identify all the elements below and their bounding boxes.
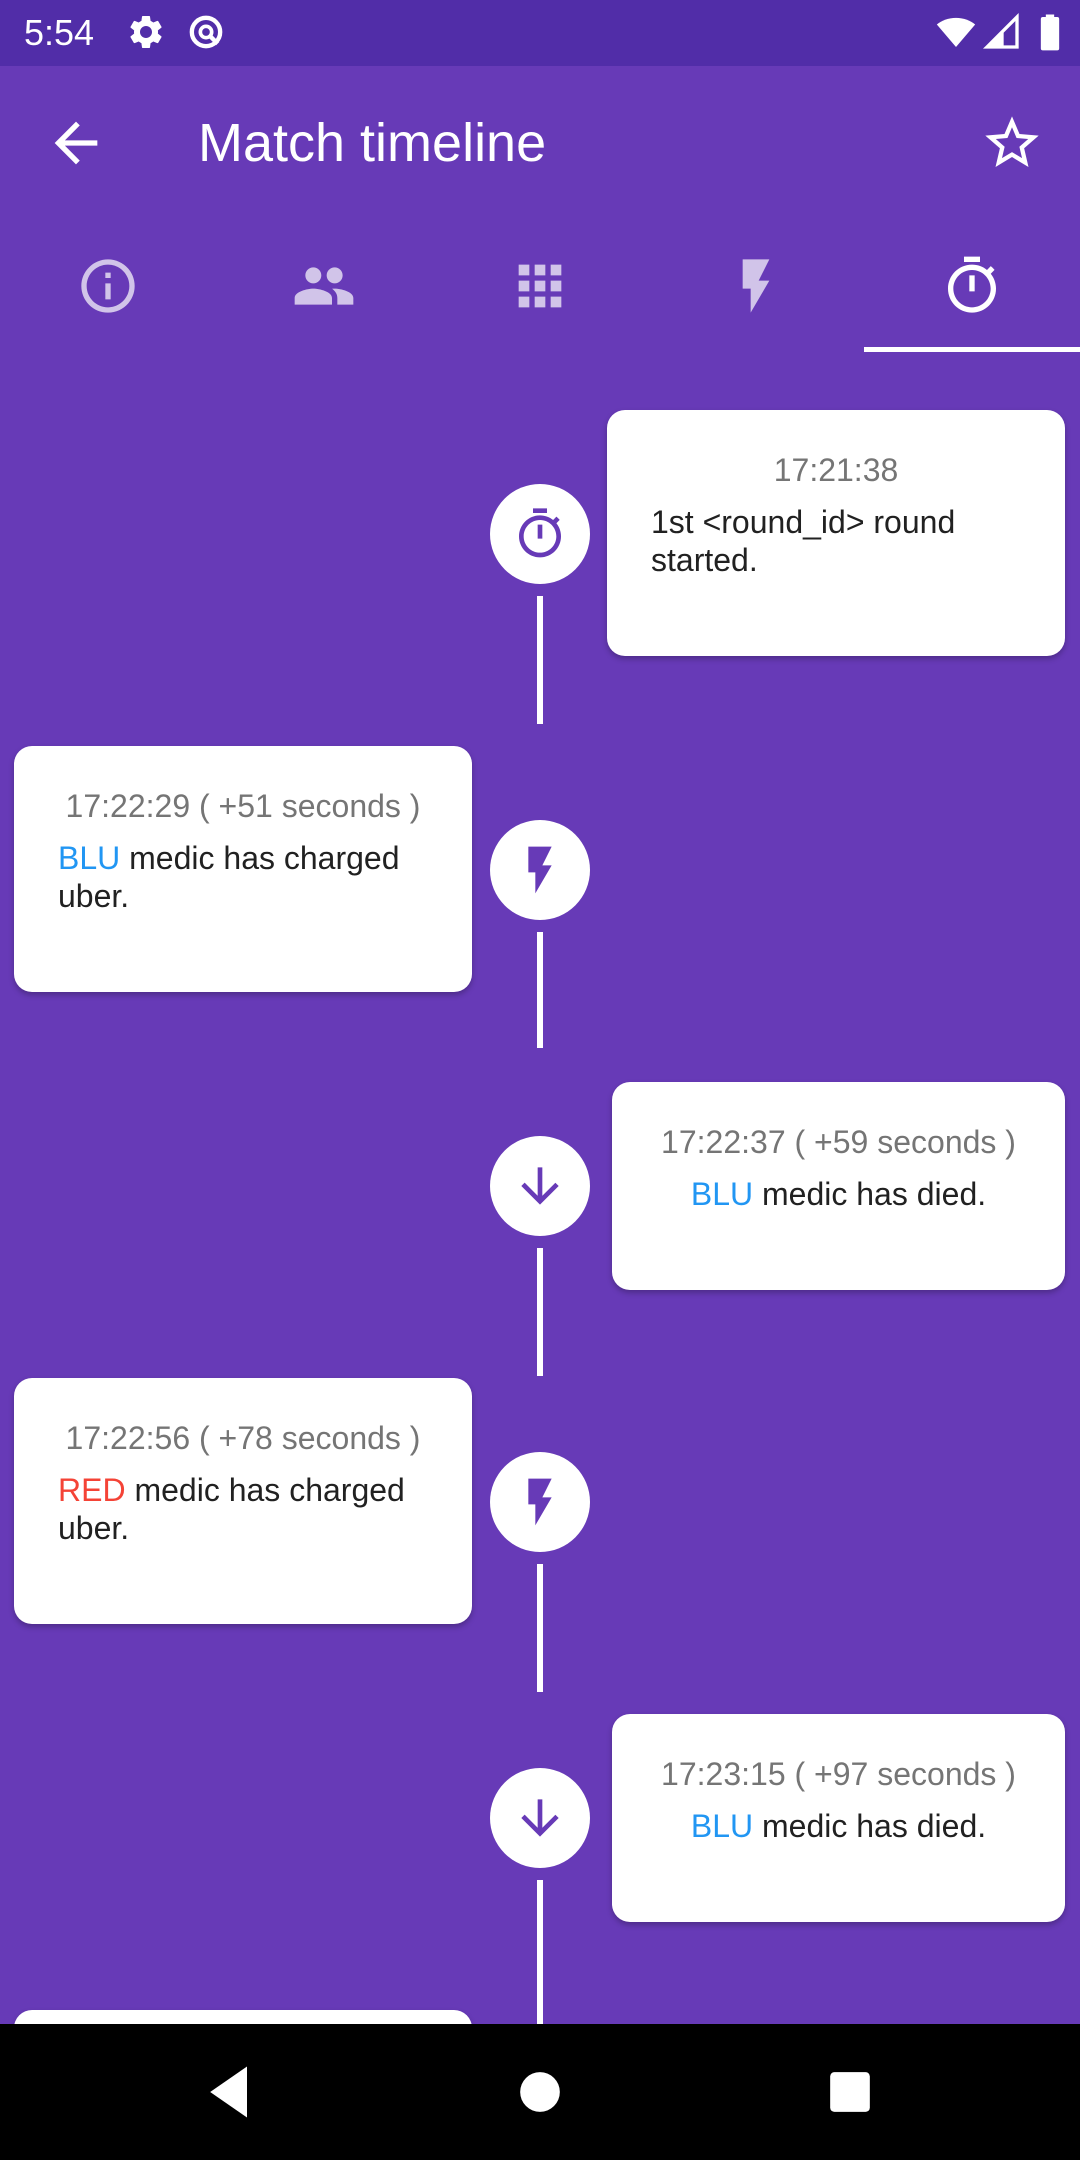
tab-timeline[interactable] — [864, 220, 1080, 352]
team-label-blu: BLU — [58, 840, 121, 876]
tab-info[interactable] — [0, 220, 216, 352]
timeline-node — [490, 1452, 590, 1552]
timeline-node — [490, 1768, 590, 1868]
event-timestamp: 17:23:15 ( +97 seconds ) — [661, 1756, 1016, 1792]
team-label-blu: BLU — [690, 1176, 754, 1212]
timeline-connector — [537, 1564, 543, 1692]
lightning-icon — [742, 259, 770, 313]
event-message: BLU medic has charged uber. — [58, 840, 400, 914]
event-card[interactable]: 17:22:56 ( +78 seconds ) RED medic has c… — [14, 1378, 472, 1624]
wifi-icon — [936, 17, 976, 47]
data-saver-icon — [189, 15, 223, 49]
timeline-node — [490, 1136, 590, 1236]
event-card[interactable]: 17:21:38 1st <round_id> round started. — [607, 410, 1065, 656]
system-nav-bar — [0, 2024, 1080, 2160]
event-card-partial[interactable] — [14, 2010, 472, 2024]
page-title: Match timeline — [198, 113, 547, 173]
lightning-icon — [528, 846, 552, 894]
info-icon — [81, 259, 135, 313]
event-message: 1st <round_id> round started. — [651, 504, 956, 578]
app-bar: Match timeline — [0, 66, 1080, 220]
stopwatch-icon — [519, 508, 561, 558]
star-icon[interactable] — [980, 111, 1044, 175]
status-time: 5:54 — [24, 12, 95, 53]
battery-icon — [1040, 14, 1060, 51]
nav-back-icon[interactable] — [196, 2058, 264, 2126]
timeline-connector — [537, 1248, 543, 1376]
grid-icon — [518, 264, 562, 308]
event-card[interactable]: 17:22:29 ( +51 seconds ) BLU medic has c… — [14, 746, 472, 992]
tab-grid[interactable] — [432, 220, 648, 352]
arrow-down-icon — [521, 1167, 559, 1205]
back-arrow-icon[interactable] — [44, 111, 108, 175]
event-message: BLU medic has died. — [690, 1808, 987, 1844]
tab-bar — [0, 220, 1080, 352]
arrow-down-icon — [521, 1799, 559, 1837]
timeline-connector — [537, 932, 543, 1048]
status-bar: 5:54 — [0, 0, 1080, 66]
team-label-red: RED — [58, 1472, 126, 1508]
timeline-connector — [537, 1880, 543, 2024]
timeline-node — [490, 820, 590, 920]
event-timestamp: 17:22:37 ( +59 seconds ) — [661, 1124, 1016, 1160]
event-message: RED medic has charged uber. — [58, 1472, 405, 1546]
timeline-list[interactable]: 17:21:38 1st <round_id> round started. 1… — [0, 352, 1080, 2024]
stopwatch-icon — [948, 256, 996, 313]
event-timestamp: 17:22:56 ( +78 seconds ) — [65, 1420, 421, 1456]
nav-recents-icon[interactable] — [816, 2058, 884, 2126]
settings-icon — [130, 15, 162, 48]
lightning-icon — [528, 1478, 552, 1526]
players-icon — [294, 267, 354, 305]
timeline-node — [490, 484, 590, 584]
event-card[interactable]: 17:22:37 ( +59 seconds ) BLU medic has d… — [612, 1082, 1065, 1290]
timeline-connector — [537, 596, 543, 724]
event-timestamp: 17:21:38 — [773, 452, 899, 488]
nav-home-icon[interactable] — [506, 2058, 574, 2126]
cell-signal-icon — [982, 12, 1019, 49]
team-label-blu: BLU — [690, 1808, 754, 1844]
tab-players[interactable] — [216, 220, 432, 352]
tab-uber[interactable] — [648, 220, 864, 352]
event-card[interactable]: 17:23:15 ( +97 seconds ) BLU medic has d… — [612, 1714, 1065, 1922]
event-timestamp: 17:22:29 ( +51 seconds ) — [65, 788, 421, 824]
event-message: BLU medic has died. — [690, 1176, 987, 1212]
